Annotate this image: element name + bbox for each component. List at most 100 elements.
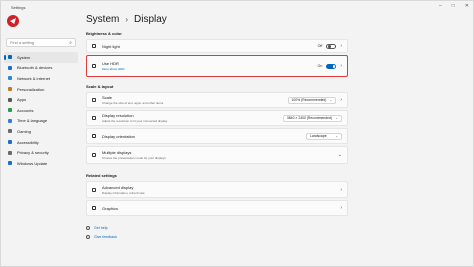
search-placeholder: Find a setting bbox=[10, 40, 35, 45]
breadcrumb-separator: › bbox=[125, 15, 129, 24]
title-bar: Settings – □ ✕ bbox=[1, 1, 473, 13]
hdr-card[interactable]: Use HDR More about HDR On › bbox=[86, 55, 348, 77]
resolution-value: 3840 × 2400 (Recommended) bbox=[286, 116, 333, 120]
multiple-displays-icon bbox=[92, 153, 96, 157]
multiple-displays-desc: Choose the presentation mode for your di… bbox=[102, 156, 166, 160]
chevron-right-icon: › bbox=[340, 205, 342, 211]
sidebar-nav: System Bluetooth & devices Network & int… bbox=[4, 52, 78, 169]
person-icon bbox=[8, 108, 12, 113]
sidebar-item-label: Accounts bbox=[17, 107, 34, 113]
close-icon[interactable]: ✕ bbox=[465, 3, 469, 9]
night-light-title: Night light bbox=[102, 43, 120, 49]
scale-dropdown[interactable]: 100% (Recommended) ⌄ bbox=[287, 96, 337, 104]
monitor-icon bbox=[92, 187, 96, 192]
chevron-down-icon: ⌄ bbox=[335, 134, 338, 138]
minimize-icon[interactable]: – bbox=[439, 3, 442, 9]
bluetooth-icon bbox=[8, 65, 12, 70]
sidebar-item-system[interactable]: System bbox=[4, 52, 78, 63]
hdr-link[interactable]: More about HDR bbox=[102, 67, 125, 71]
search-input[interactable]: Find a setting ⌕ bbox=[6, 38, 76, 47]
graphics-card[interactable]: Graphics › bbox=[86, 200, 348, 216]
sidebar-item-label: Gaming bbox=[17, 128, 32, 134]
hdr-title: Use HDR bbox=[102, 61, 119, 66]
orientation-value: Landscape bbox=[310, 134, 327, 138]
page-title: Display bbox=[134, 14, 167, 25]
sidebar-item-personalization[interactable]: Personalization bbox=[4, 84, 78, 95]
resolution-dropdown[interactable]: 3840 × 2400 (Recommended) ⌄ bbox=[282, 114, 342, 122]
brush-icon bbox=[8, 87, 12, 92]
window-controls: – □ ✕ bbox=[439, 3, 469, 9]
app-logo bbox=[7, 15, 19, 27]
chevron-right-icon: › bbox=[340, 97, 342, 103]
sidebar-item-network[interactable]: Network & internet bbox=[4, 73, 78, 84]
night-light-toggle[interactable] bbox=[326, 43, 337, 49]
sidebar-item-accounts[interactable]: Accounts bbox=[4, 105, 78, 116]
resolution-desc: Adjust the resolution to fit your connec… bbox=[102, 119, 168, 123]
window-title: Settings bbox=[11, 4, 26, 10]
breadcrumb: System › Display bbox=[86, 14, 167, 25]
chevron-down-icon: ⌄ bbox=[335, 116, 338, 120]
sidebar-item-label: Personalization bbox=[17, 86, 45, 92]
resolution-title: Display resolution bbox=[102, 113, 134, 118]
scale-icon bbox=[92, 98, 96, 102]
settings-window: Settings – □ ✕ Find a setting ⌕ System B… bbox=[0, 0, 474, 267]
sidebar-item-label: Windows Update bbox=[17, 160, 48, 166]
update-icon bbox=[8, 161, 12, 166]
clock-icon bbox=[8, 118, 12, 123]
graphics-icon bbox=[92, 206, 96, 210]
breadcrumb-parent[interactable]: System bbox=[86, 14, 119, 25]
scale-title: Scale bbox=[102, 95, 113, 100]
night-light-state: Off bbox=[317, 44, 323, 48]
orientation-icon bbox=[92, 134, 96, 138]
give-feedback-label: Give feedback bbox=[94, 235, 117, 239]
sidebar-item-windows-update[interactable]: Windows Update bbox=[4, 158, 78, 169]
sidebar-item-bluetooth[interactable]: Bluetooth & devices bbox=[4, 63, 78, 74]
accessibility-icon bbox=[8, 140, 12, 145]
advanced-display-title: Advanced display bbox=[102, 184, 134, 190]
orientation-title: Display orientation bbox=[102, 133, 135, 139]
sidebar-item-label: Bluetooth & devices bbox=[17, 65, 53, 71]
graphics-title: Graphics bbox=[102, 205, 119, 211]
orientation-card[interactable]: Display orientation Landscape ⌄ bbox=[86, 128, 348, 144]
advanced-display-card[interactable]: Advanced display Display information, re… bbox=[86, 181, 348, 198]
sidebar-item-gaming[interactable]: Gaming bbox=[4, 126, 78, 137]
chevron-right-icon: › bbox=[340, 43, 342, 49]
hdr-toggle[interactable] bbox=[326, 63, 337, 69]
scale-card[interactable]: Scale Change the size of text, apps, and… bbox=[86, 92, 348, 108]
sidebar-item-label: System bbox=[17, 54, 31, 60]
hdr-icon bbox=[92, 64, 96, 68]
resolution-card[interactable]: Display resolution Adjust the resolution… bbox=[86, 110, 348, 126]
gamepad-icon bbox=[8, 129, 12, 134]
sidebar-item-label: Privacy & security bbox=[17, 150, 49, 156]
search-icon: ⌕ bbox=[69, 40, 72, 46]
maximize-icon[interactable]: □ bbox=[452, 3, 455, 9]
feedback-icon bbox=[86, 235, 90, 239]
scale-value: 100% (Recommended) bbox=[291, 98, 327, 102]
sidebar-item-time-language[interactable]: Time & language bbox=[4, 116, 78, 127]
network-icon bbox=[8, 76, 12, 81]
help-icon bbox=[86, 226, 90, 230]
advanced-display-desc: Display information, refresh rate bbox=[102, 190, 145, 195]
sidebar-item-label: Accessibility bbox=[17, 139, 39, 145]
get-help-link[interactable]: Get help bbox=[86, 226, 108, 230]
sidebar-item-accessibility[interactable]: Accessibility bbox=[4, 137, 78, 148]
sidebar-item-apps[interactable]: Apps bbox=[4, 94, 78, 105]
chevron-right-icon: › bbox=[340, 186, 342, 193]
give-feedback-link[interactable]: Give feedback bbox=[86, 235, 117, 239]
sidebar-item-label: Network & internet bbox=[17, 75, 50, 81]
brightness-icon bbox=[92, 44, 96, 48]
sidebar-item-label: Apps bbox=[17, 97, 27, 103]
sidebar-item-label: Time & language bbox=[17, 118, 48, 124]
sidebar-item-privacy[interactable]: Privacy & security bbox=[4, 147, 78, 158]
shield-icon bbox=[8, 150, 12, 155]
chevron-down-icon: ⌄ bbox=[337, 152, 342, 158]
section-scale: Scale & layout bbox=[86, 84, 114, 89]
multiple-displays-card[interactable]: Multiple displays Choose the presentatio… bbox=[86, 146, 348, 164]
chevron-down-icon: ⌄ bbox=[329, 98, 333, 102]
resolution-icon bbox=[92, 116, 96, 120]
orientation-dropdown[interactable]: Landscape ⌄ bbox=[306, 132, 342, 140]
chevron-right-icon: › bbox=[340, 63, 342, 69]
apps-icon bbox=[8, 97, 12, 102]
scale-desc: Change the size of text, apps, and other… bbox=[102, 101, 164, 105]
night-light-card[interactable]: Night light Off › bbox=[86, 39, 348, 53]
